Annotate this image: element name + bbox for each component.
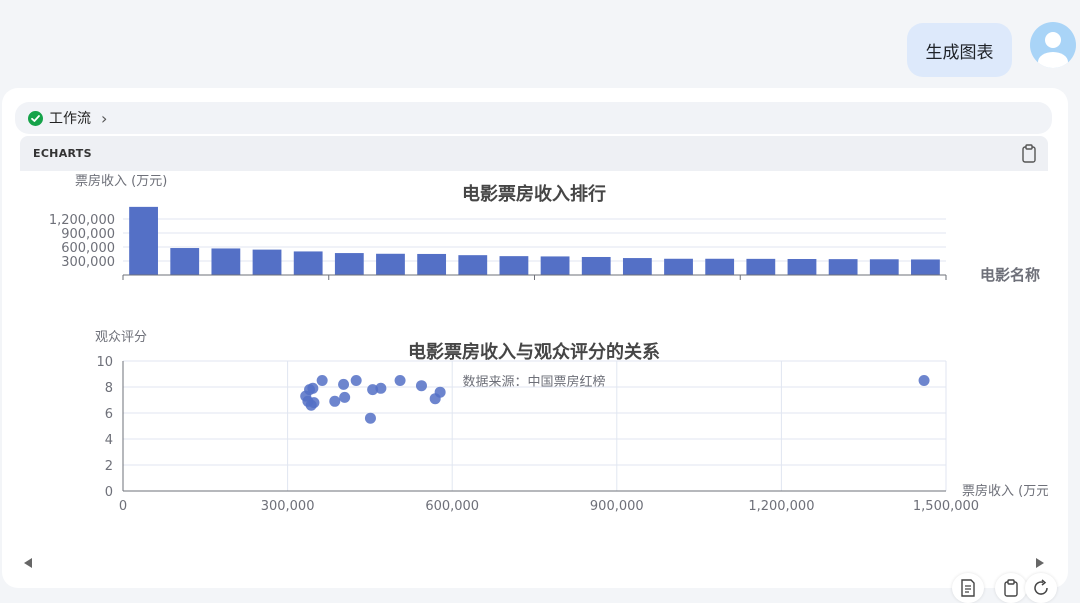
chevron-right-icon: ›	[101, 108, 108, 128]
user-avatar-icon	[1038, 32, 1068, 68]
bar-chart-bar[interactable]	[129, 206, 158, 275]
bar-chart-y-tick-label: 600,000	[61, 241, 115, 256]
scatter-chart-point[interactable]	[329, 395, 341, 407]
scatter-chart-y-tick-label: 0	[105, 485, 113, 500]
scatter-chart-x-tick-label: 300,000	[261, 499, 315, 514]
scroll-left-arrow[interactable]	[24, 558, 32, 568]
scatter-chart-y-axis-label: 观众评分	[95, 330, 147, 345]
bar-chart-bar[interactable]	[170, 248, 200, 275]
scatter-chart-point[interactable]	[300, 390, 312, 402]
bar-chart-bar[interactable]	[787, 258, 817, 275]
scatter-chart-x-tick-label: 1,500,000	[913, 499, 979, 514]
bar-chart-bar[interactable]	[376, 253, 405, 275]
user-message-bubble: 生成图表	[907, 23, 1012, 77]
scatter-chart-point[interactable]	[415, 380, 427, 392]
scatter-chart-y-tick-label: 2	[105, 459, 113, 474]
user-avatar	[1030, 22, 1076, 68]
bar-chart-bar[interactable]	[458, 255, 488, 275]
check-circle-icon	[28, 110, 43, 126]
scatter-chart-x-axis-label: 票房收入 (万元)	[962, 483, 1048, 499]
bar-chart-bar[interactable]	[705, 258, 735, 275]
copy-icon[interactable]	[1020, 144, 1038, 164]
scatter-chart-x-tick-label: 1,200,000	[748, 499, 814, 514]
clipboard-icon[interactable]	[995, 573, 1027, 603]
bar-chart-y-tick-label: 300,000	[61, 255, 115, 270]
scatter-chart-point[interactable]	[350, 375, 362, 386]
scatter-chart-point[interactable]	[338, 378, 350, 390]
code-language-label: ECHARTS	[33, 147, 92, 160]
bar-chart-bar[interactable]	[828, 259, 858, 275]
bar-chart-bar[interactable]	[334, 253, 364, 275]
bar-chart-y-tick-label: 1,200,000	[49, 213, 115, 228]
bar-chart-y-tick-label: 900,000	[61, 227, 115, 242]
code-block-header: ECHARTS	[20, 136, 1048, 171]
user-message-text: 生成图表	[925, 42, 994, 63]
bar-chart-bar[interactable]	[293, 251, 323, 275]
bar-chart-bar[interactable]	[622, 258, 652, 275]
scatter-chart-point[interactable]	[429, 393, 441, 405]
bar-chart-y-axis-label: 票房收入 (万元)	[75, 173, 167, 189]
scatter-chart-point[interactable]	[339, 391, 351, 403]
bar-chart-bar[interactable]	[211, 248, 241, 275]
scatter-chart-title: 电影票房收入与观众评分的关系	[408, 341, 660, 363]
workflow-toggle[interactable]: 工作流 ›	[15, 102, 1052, 134]
scatter-chart-y-tick-label: 8	[105, 381, 113, 396]
bar-chart-bar[interactable]	[581, 256, 611, 275]
bar-chart-bar[interactable]	[540, 256, 570, 275]
scatter-chart-x-tick-label: 0	[119, 499, 127, 514]
bar-chart-bar[interactable]	[664, 258, 693, 275]
bar-chart-x-axis-label: 电影名称	[980, 266, 1040, 284]
scatter-chart-point[interactable]	[394, 375, 406, 386]
scatter-chart-y-tick-label: 4	[105, 433, 113, 448]
scatter-chart-x-tick-label: 900,000	[590, 499, 644, 514]
bar-chart-bar[interactable]	[252, 249, 282, 275]
scatter-chart-point[interactable]	[316, 375, 328, 386]
scatter-chart-x-tick-label: 600,000	[425, 499, 479, 514]
scatter-chart-y-tick-label: 6	[105, 407, 113, 422]
bar-chart-bar[interactable]	[499, 256, 529, 275]
scatter-chart-point[interactable]	[918, 375, 930, 386]
bar-chart-bar[interactable]	[869, 259, 899, 275]
scroll-right-arrow[interactable]	[1036, 558, 1044, 568]
refresh-icon[interactable]	[1025, 573, 1057, 603]
workflow-label: 工作流	[49, 111, 91, 127]
bar-chart: 300,000600,000900,0001,200,000	[49, 206, 947, 280]
scatter-chart-subtitle: 数据来源：中国票房红榜	[462, 374, 605, 390]
chart-area: 电影票房收入排行 票房收入 (万元) 电影名称 电影票房收入与观众评分的关系 数…	[20, 171, 1054, 551]
document-icon[interactable]	[952, 573, 984, 603]
scatter-chart-point[interactable]	[367, 384, 379, 396]
bar-chart-bar[interactable]	[911, 259, 940, 275]
scatter-chart-point[interactable]	[364, 412, 376, 424]
scatter-chart-y-tick-label: 10	[96, 355, 113, 370]
bar-chart-title: 电影票房收入排行	[462, 183, 606, 205]
bar-chart-bar[interactable]	[417, 253, 447, 275]
charts-svg: 电影票房收入排行 票房收入 (万元) 电影名称 电影票房收入与观众评分的关系 数…	[49, 173, 1054, 514]
bar-chart-bar[interactable]	[746, 258, 776, 275]
